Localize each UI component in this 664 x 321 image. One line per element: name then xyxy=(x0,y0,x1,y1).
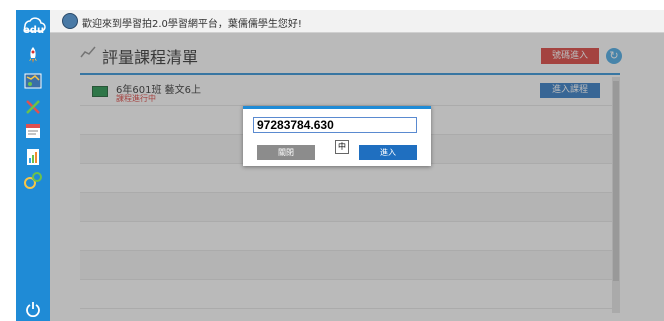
map-icon xyxy=(24,73,42,89)
exam-icon xyxy=(26,124,40,138)
sidebar-item-tools[interactable] xyxy=(23,98,43,116)
modal-backdrop xyxy=(50,33,664,321)
sidebar: edu xyxy=(16,10,50,321)
sidebar-item-report[interactable] xyxy=(23,148,43,166)
logo-text: edu xyxy=(23,25,45,36)
tools-icon xyxy=(26,100,40,114)
report-icon xyxy=(27,149,39,165)
code-input[interactable] xyxy=(253,117,417,133)
avatar[interactable] xyxy=(62,13,78,29)
app-frame: edu 歡迎來到學習拍2.0學習網平台，葉儒儒學生您好! 評量課程清單 號碼進入… xyxy=(0,0,664,321)
sidebar-item-map[interactable] xyxy=(23,72,43,90)
gears-icon xyxy=(24,172,42,189)
edu-logo[interactable]: edu xyxy=(20,12,46,38)
power-button[interactable] xyxy=(25,301,41,318)
top-bar: 歡迎來到學習拍2.0學習網平台，葉儒儒學生您好! xyxy=(50,10,664,33)
power-icon xyxy=(26,302,40,318)
sidebar-item-exam[interactable] xyxy=(23,122,43,140)
rocket-icon xyxy=(29,47,37,63)
code-entry-dialog: 關閉 中 進入 xyxy=(243,106,431,166)
sidebar-item-gears[interactable] xyxy=(23,172,43,190)
close-button[interactable]: 關閉 xyxy=(257,145,315,160)
ime-indicator: 中 xyxy=(335,140,349,154)
sidebar-item-rocket[interactable] xyxy=(23,46,43,64)
welcome-message: 歡迎來到學習拍2.0學習網平台，葉儒儒學生您好! xyxy=(82,19,302,30)
enter-button[interactable]: 進入 xyxy=(359,145,417,160)
